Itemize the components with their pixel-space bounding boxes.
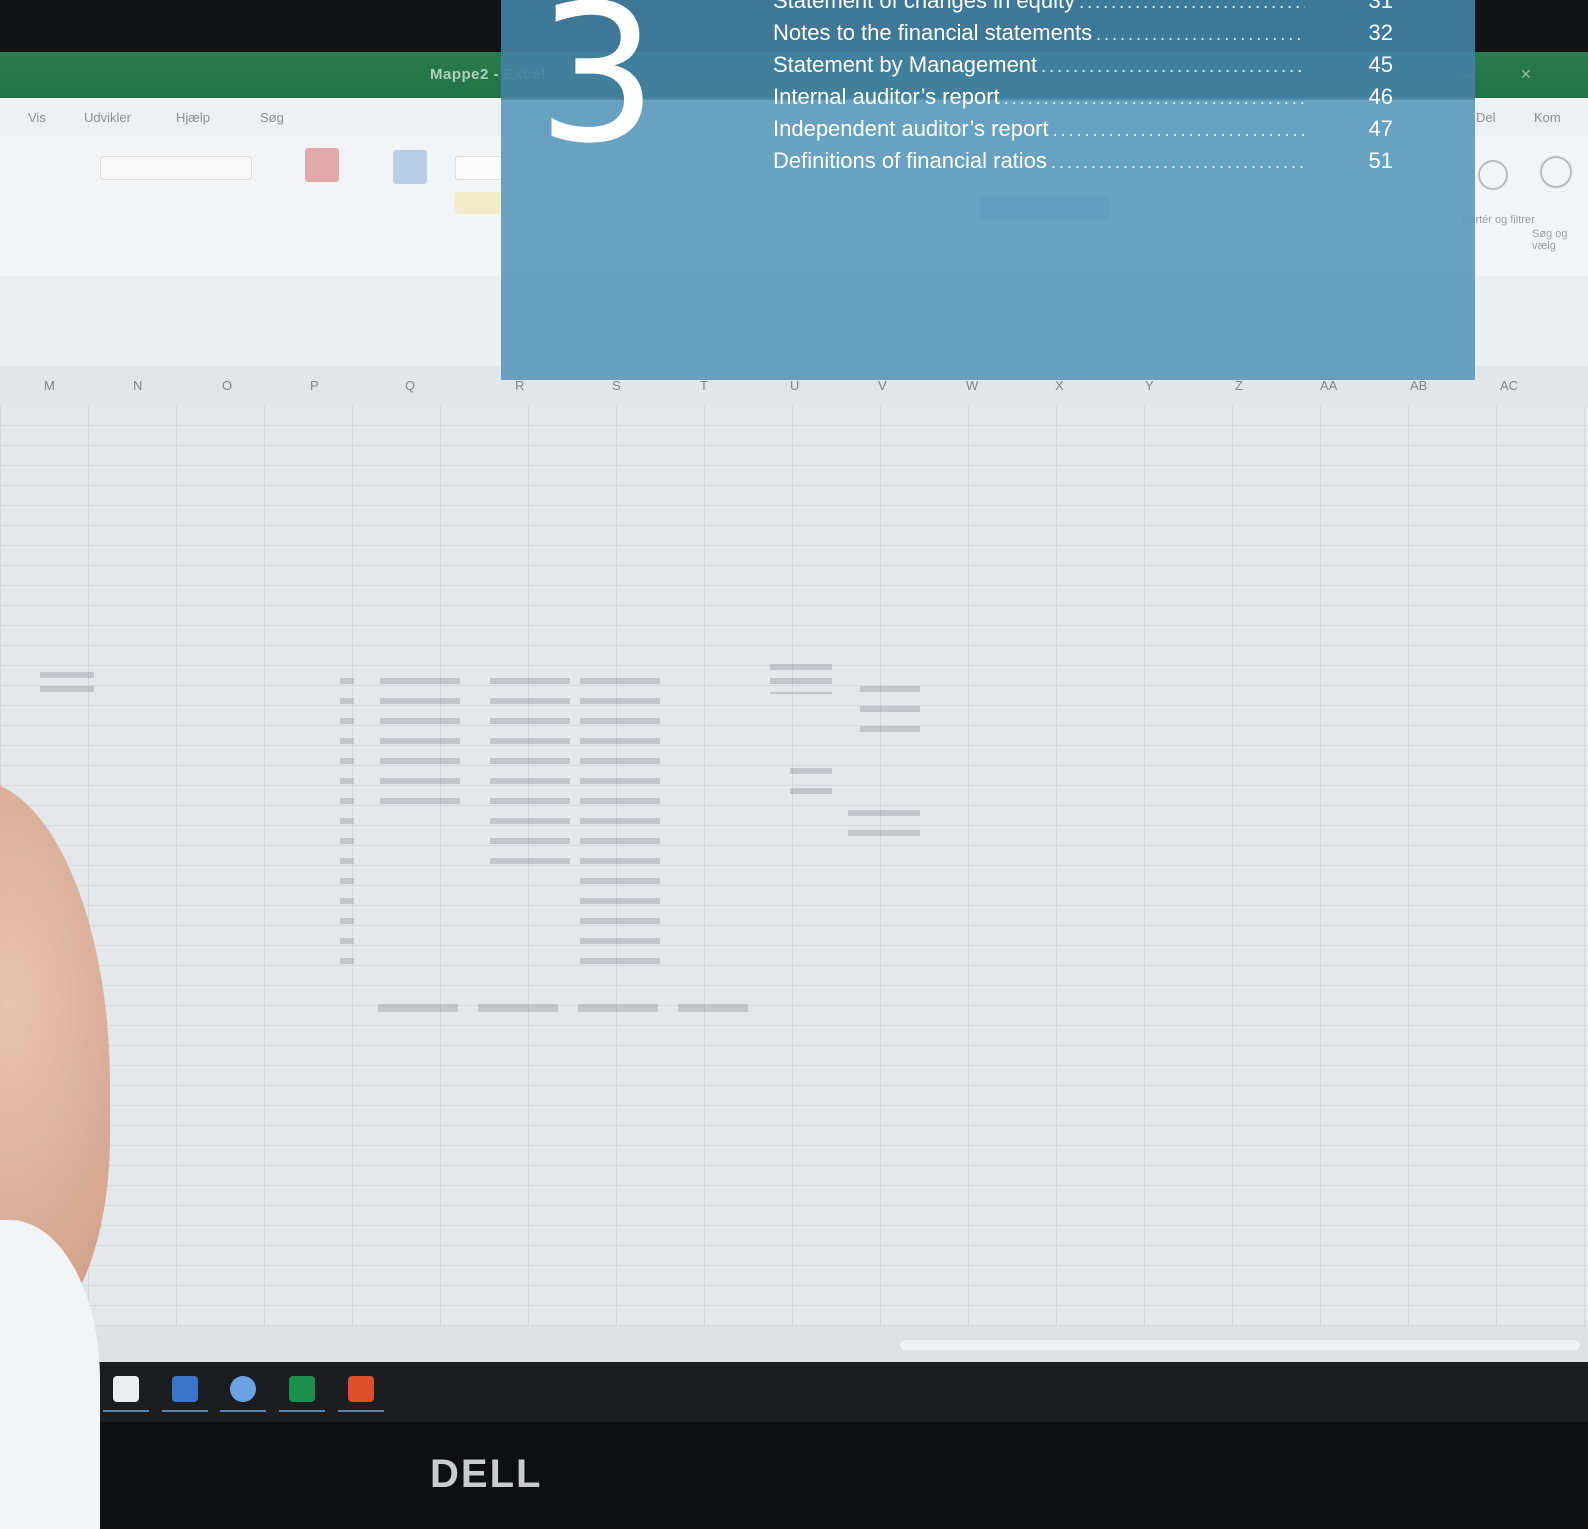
column-header: V xyxy=(878,378,887,393)
toc-list: Statement of changes in equity 31 Notes to… xyxy=(773,0,1393,180)
column-header: P xyxy=(310,378,319,393)
ribbon-tab: Søg xyxy=(260,110,284,125)
toc-entry-title: Notes to the financial statements xyxy=(773,20,1093,45)
toc-dot-leader xyxy=(1041,56,1305,77)
toc-entry[interactable]: Internal auditor’s report 46 xyxy=(773,84,1393,116)
toc-entry-page: 32 xyxy=(1368,20,1393,45)
sort-filter-icon xyxy=(1478,160,1508,190)
taskbar-indicator xyxy=(103,1410,149,1412)
windows-taskbar xyxy=(0,1362,1588,1422)
scrollbar-thumb xyxy=(900,1340,1580,1350)
horizontal-scrollbar xyxy=(70,1330,1588,1360)
spreadsheet-grid xyxy=(0,406,1588,1326)
toc-dot-leader xyxy=(1096,24,1305,45)
column-header: W xyxy=(966,378,979,393)
toc-entry-title: Statement of changes in equity xyxy=(773,0,1076,13)
column-header: AA xyxy=(1320,378,1338,393)
blurred-cell-column xyxy=(490,678,570,868)
toc-entry[interactable]: Statement of changes in equity 31 xyxy=(773,0,1393,20)
column-header: T xyxy=(700,378,708,393)
toc-entry-page: 31 xyxy=(1368,0,1393,13)
close-icon: ✕ xyxy=(1520,66,1532,82)
column-header: S xyxy=(612,378,621,393)
number-format-dropdown xyxy=(100,156,252,180)
toc-dot-leader xyxy=(1051,152,1305,173)
column-header: X xyxy=(1055,378,1064,393)
column-header: O xyxy=(222,378,233,393)
chat-icon xyxy=(230,1376,256,1402)
app-icon xyxy=(113,1376,139,1402)
share-button: Del xyxy=(1476,110,1496,125)
powerpoint-icon xyxy=(348,1376,374,1402)
toc-entry[interactable]: Statement by Management 45 xyxy=(773,52,1393,84)
blurred-totals-row xyxy=(378,1004,748,1012)
table-of-contents-panel: 3 Statement of changes in equity 31 Notes … xyxy=(501,0,1475,380)
format-as-table-icon xyxy=(393,150,427,184)
blurred-cell-column xyxy=(580,678,660,978)
taskbar-indicator xyxy=(220,1410,266,1412)
toc-entry-title: Internal auditor’s report xyxy=(773,84,1000,109)
taskbar-indicator xyxy=(279,1410,325,1412)
ribbon-tab: Hjælp xyxy=(176,110,210,125)
toc-entry-page: 47 xyxy=(1368,116,1393,141)
column-header: AB xyxy=(1410,378,1428,393)
taskbar-indicator xyxy=(338,1410,384,1412)
column-header: AC xyxy=(1500,378,1519,393)
blurred-cell-column xyxy=(380,678,460,808)
toc-entry-title: Definitions of financial ratios xyxy=(773,148,1047,173)
chapter-number: 3 xyxy=(537,0,658,185)
toc-dot-leader xyxy=(1004,88,1305,109)
toc-dot-leader xyxy=(1079,0,1305,13)
column-header: N xyxy=(133,378,143,393)
dell-logo: DELL xyxy=(430,1452,543,1496)
toc-entry-page: 46 xyxy=(1368,84,1393,109)
column-header: M xyxy=(44,378,55,393)
ribbon-tab: Vis xyxy=(28,110,46,125)
comments-button: Kom xyxy=(1534,110,1561,125)
taskbar-indicator xyxy=(162,1410,208,1412)
blurred-cell-column xyxy=(860,686,920,736)
search-icon xyxy=(1540,156,1572,188)
cell-style-normal xyxy=(455,156,507,180)
ribbon-tab: Udvikler xyxy=(84,110,131,125)
toc-entry[interactable]: Notes to the financial statements 32 xyxy=(773,20,1393,52)
toc-entry[interactable]: Definitions of financial ratios 51 xyxy=(773,148,1393,180)
toc-dot-leader xyxy=(1053,120,1305,141)
blurred-row-index xyxy=(340,678,354,978)
blurred-cell-column xyxy=(848,810,920,840)
excel-icon xyxy=(289,1376,315,1402)
conditional-format-icon xyxy=(305,148,339,182)
toc-entry-title: Independent auditor’s report xyxy=(773,116,1049,141)
find-select-label: Søg og vælg xyxy=(1532,228,1568,252)
toc-entry-page: 51 xyxy=(1368,148,1393,173)
column-header: Y xyxy=(1145,378,1154,393)
cell-style-neutral xyxy=(455,192,505,214)
blurred-cell-column xyxy=(790,768,832,798)
column-header: Q xyxy=(405,378,416,393)
blurred-cell-column xyxy=(770,664,832,694)
column-header: Z xyxy=(1235,378,1243,393)
outlook-icon xyxy=(172,1376,198,1402)
toc-entry[interactable]: Independent auditor’s report 47 xyxy=(773,116,1393,148)
monitor-bezel-bottom xyxy=(0,1422,1588,1529)
toc-entry-title: Statement by Management xyxy=(773,52,1038,77)
blurred-cell-column xyxy=(40,672,94,698)
toc-entry-page: 45 xyxy=(1368,52,1393,77)
column-header: R xyxy=(515,378,525,393)
column-header: U xyxy=(790,378,800,393)
